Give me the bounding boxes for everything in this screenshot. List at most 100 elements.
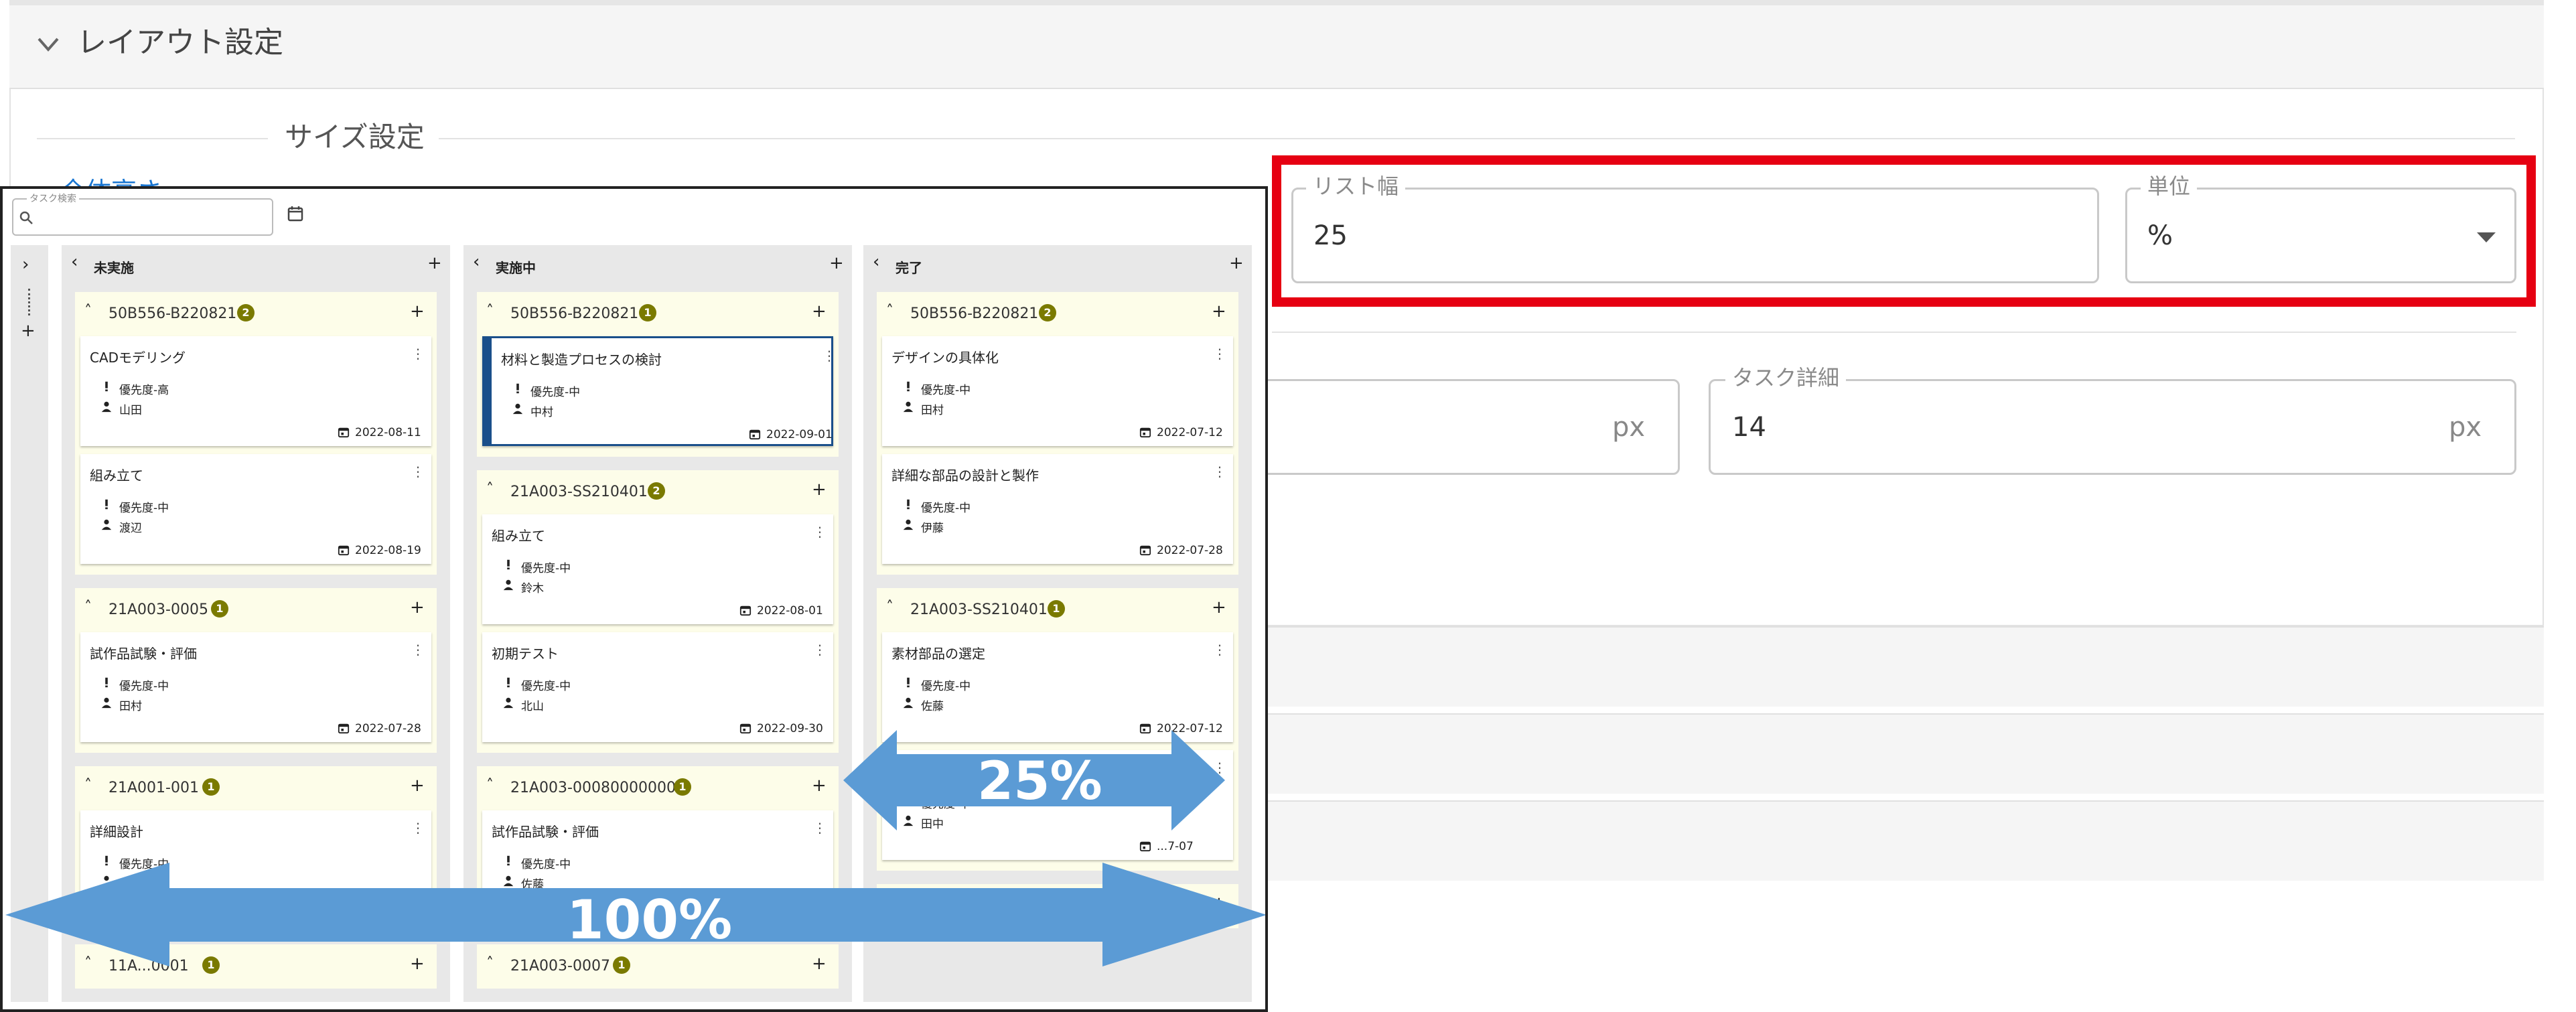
collapse-column-icon[interactable]: ‹ — [473, 253, 480, 271]
task-group: ˄ 50B556-B220821 2 + デザインの具体化 ⋮ 優先度-中 田村 2022-07… — [877, 292, 1238, 575]
task-assignee: 北山 — [521, 700, 544, 713]
collapse-column-icon[interactable]: ‹ — [873, 253, 879, 271]
calendar-icon — [338, 723, 350, 734]
count-badge: 2 — [1039, 304, 1056, 321]
highlight-box — [1272, 155, 2536, 307]
chevron-up-icon[interactable]: ˄ — [486, 777, 494, 794]
priority-icon — [507, 559, 510, 570]
chevron-up-icon[interactable]: ˄ — [886, 303, 893, 320]
add-task-icon[interactable]: + — [1229, 255, 1244, 272]
task-assignee: 鈴木 — [521, 582, 544, 595]
calendar-icon — [338, 427, 350, 438]
task-title: 初期テスト — [492, 646, 559, 662]
task-due-date: 2022-07-28 — [355, 722, 421, 735]
task-detail-value[interactable]: 14 — [1732, 411, 1766, 444]
add-task-icon[interactable]: + — [410, 777, 425, 794]
person-icon — [903, 401, 914, 413]
priority-icon — [907, 381, 910, 392]
more-vert-icon[interactable]: ⋮ — [813, 642, 827, 658]
add-task-icon[interactable]: + — [829, 255, 844, 272]
column-title: 未実施 — [94, 260, 134, 276]
task-due-date: 2022-07-28 — [1157, 544, 1223, 557]
column-title: 完了 — [896, 260, 922, 276]
priority-icon — [105, 381, 108, 392]
task-priority: 優先度-中 — [921, 680, 971, 693]
add-task-icon[interactable]: + — [812, 303, 827, 320]
more-vert-icon[interactable]: ⋮ — [813, 820, 827, 836]
task-title: 詳細設計 — [90, 824, 143, 840]
priority-icon — [516, 383, 519, 394]
more-vert-icon[interactable]: ⋮ — [813, 524, 827, 540]
task-title: 試作品試験・評価 — [90, 646, 197, 662]
task-due-date: 2022-09-01 — [766, 428, 833, 441]
collapse-column-icon[interactable]: ‹ — [71, 253, 78, 271]
task-group: ˄ 21A003-0005 1 + 試作品試験・評価 ⋮ 優先度-中 田村 2022-07-28 — [75, 588, 437, 753]
task-card[interactable]: 材料と製造プロセスの検討 ⋮ 優先度-中 中村 2022-09-01 — [482, 336, 836, 446]
chevron-up-icon[interactable]: ˄ — [886, 599, 893, 616]
task-priority: 優先度-中 — [521, 680, 571, 693]
calendar-icon — [739, 723, 752, 734]
chevron-down-icon[interactable] — [35, 31, 62, 58]
add-task-icon[interactable]: + — [1212, 303, 1226, 320]
layout-settings-title: レイアウト設定 — [77, 25, 283, 60]
chevron-up-icon[interactable]: ˄ — [84, 599, 92, 616]
task-due-date: 2022-07-12 — [1157, 426, 1223, 439]
task-card[interactable]: 組み立て ⋮ 優先度-中 鈴木 2022-08-01 — [482, 514, 833, 624]
chevron-right-icon[interactable]: › — [22, 256, 29, 273]
task-card[interactable]: 初期テスト ⋮ 優先度-中 北山 2022-09-30 — [482, 632, 833, 742]
person-icon — [903, 519, 914, 530]
row-divider — [1272, 332, 2516, 333]
chevron-up-icon[interactable]: ˄ — [84, 777, 92, 794]
more-vert-icon[interactable]: ⋮ — [1213, 463, 1226, 480]
task-assignee: 佐藤 — [921, 700, 944, 713]
add-column-icon[interactable]: + — [21, 322, 35, 340]
task-card[interactable]: デザインの具体化 ⋮ 優先度-中 田村 2022-07-12 — [882, 336, 1233, 446]
section-divider-right — [439, 138, 2515, 139]
count-badge: 2 — [648, 482, 665, 500]
chevron-up-icon[interactable]: ˄ — [486, 481, 494, 498]
group-name: 21A001-001 — [109, 780, 199, 796]
calendar-icon[interactable] — [287, 205, 304, 222]
task-assignee: 中村 — [530, 406, 553, 419]
task-title: CADモデリング — [90, 350, 186, 366]
more-vert-icon[interactable]: ⋮ — [822, 348, 836, 364]
task-assignee: 渡辺 — [119, 522, 142, 535]
more-vert-icon[interactable]: ⋮ — [411, 346, 425, 362]
task-search-input[interactable]: タスク検索 — [12, 192, 273, 236]
add-task-icon[interactable]: + — [410, 303, 425, 320]
chevron-up-icon[interactable]: ˄ — [84, 303, 92, 320]
more-vert-icon[interactable]: ⋮ — [411, 642, 425, 658]
add-task-icon[interactable]: + — [427, 255, 442, 272]
more-vert-icon[interactable]: ⋮ — [411, 463, 425, 480]
group-name: 50B556-B220821 — [109, 305, 237, 322]
task-card[interactable]: 組み立て ⋮ 優先度-中 渡辺 2022-08-19 — [80, 454, 431, 564]
task-title: 組み立て — [492, 528, 545, 544]
group-name: 50B556-B220821 — [910, 305, 1039, 322]
task-card[interactable]: CADモデリング ⋮ 優先度-高 山田 2022-08-11 — [80, 336, 431, 446]
task-card[interactable]: 詳細な部品の設計と製作 ⋮ 優先度-中 伊藤 2022-07-28 — [882, 454, 1233, 564]
task-priority: 優先度-中 — [119, 502, 169, 515]
more-vert-icon[interactable]: ⋮ — [1213, 346, 1226, 362]
card-title-size-field[interactable]: px — [1206, 379, 1680, 475]
task-title: 詳細な部品の設計と製作 — [891, 467, 1039, 484]
more-vert-icon[interactable]: ⋮ — [411, 820, 425, 836]
task-assignee: 山田 — [119, 404, 142, 417]
task-title: 材料と製造プロセスの検討 — [501, 352, 662, 368]
task-due-date: 2022-08-19 — [355, 544, 421, 557]
add-task-icon[interactable]: + — [812, 777, 827, 794]
add-task-icon[interactable]: + — [812, 481, 827, 498]
column-width-label: 25% — [977, 751, 1102, 812]
task-card[interactable]: 素材部品の選定 ⋮ 優先度-中 佐藤 2022-07-12 — [882, 632, 1233, 742]
add-task-icon[interactable]: + — [410, 599, 425, 616]
task-card[interactable]: 試作品試験・評価 ⋮ 優先度-中 田村 2022-07-28 — [80, 632, 431, 742]
group-name: 21A003-SS210401 — [510, 484, 648, 500]
more-vert-icon[interactable]: ⋮ — [1213, 642, 1226, 658]
chevron-up-icon[interactable]: ˄ — [486, 303, 494, 320]
calendar-icon — [338, 545, 350, 556]
group-name: 21A003-00080000000 — [510, 780, 676, 796]
task-detail-size-field[interactable]: 14 px — [1709, 379, 2516, 475]
drag-handle-icon[interactable] — [28, 289, 30, 315]
layout-settings-accordion-header[interactable] — [9, 5, 2544, 89]
add-task-icon[interactable]: + — [1212, 599, 1226, 616]
count-badge: 2 — [237, 304, 255, 321]
